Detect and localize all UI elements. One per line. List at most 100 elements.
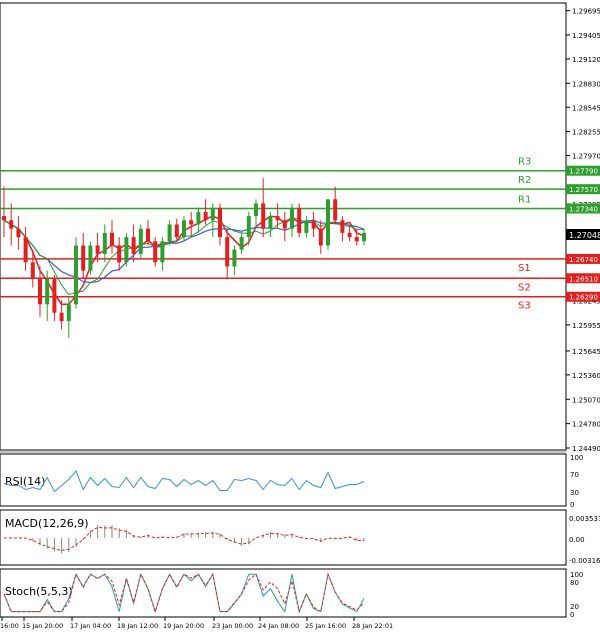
time-tick-label: 23 Jan 00:00 [212,622,253,630]
rsi-tick-100: 100 [570,454,583,462]
candle-body [74,245,78,305]
candle-body [318,228,323,246]
candle-body [81,245,86,271]
candle-body [102,232,107,254]
candle-body [88,245,93,271]
time-tick-label: 15 Jan 20:00 [22,622,63,630]
candle-body [45,279,50,305]
candle-body [59,312,64,322]
candle-body [362,232,366,242]
stoch-tick-80: 80 [570,579,579,587]
rsi-tick-30: 30 [570,489,579,497]
candle-body [218,207,222,238]
candle-body [340,220,345,233]
candle-body [138,228,143,254]
price-tick-label: 1.24780 [572,421,600,429]
candle-body [268,216,273,229]
price-tick-label: 1.25955 [572,322,600,330]
rsi-tick-0: 0 [570,501,574,509]
level-price-r3: 1.27790 [569,168,598,176]
candle-body [225,237,230,267]
candle-body [95,245,100,254]
level-price-r2: 1.27570 [569,186,598,194]
candle-body [196,211,201,225]
time-axis: 16:00 15 Jan 20:00 17 Jan 04:00 18 Jan 12:0… [0,617,393,630]
price-tick-label: 1.27970 [572,153,600,161]
candle-body [290,207,294,229]
candle-body [110,232,114,246]
current-price-label: 1.27048 [569,231,600,240]
level-name-r3: R3 [518,157,531,168]
macd-tick-top: 0.003537 [569,515,600,523]
time-tick-label: 19 Jan 20:00 [163,622,204,630]
price-tick-label: 1.29695 [572,8,600,16]
time-tick-label: 16:00 [0,622,19,630]
level-name-s1: S1 [518,263,531,274]
price-tick-label: 1.25070 [572,396,600,404]
candle-body [311,220,316,229]
stoch-tick-100: 100 [570,571,583,579]
candle-body [23,237,28,263]
candle-body [38,279,42,305]
candle-body [333,199,338,221]
current-price-marker: 1.27048 [566,229,600,240]
candle-body [30,262,35,280]
candle-body [2,216,6,221]
candle-body [146,228,150,242]
level-name-r2: R2 [518,175,531,186]
level-price-s1: 1.26740 [569,256,598,264]
price-tick-label: 1.29120 [572,56,600,64]
rsi-tick-70: 70 [570,471,579,479]
candle-body [282,220,287,229]
candle-body [182,220,186,238]
level-price-s3: 1.26290 [569,294,598,302]
candle-body [9,220,14,229]
candle-body [297,207,302,233]
candle-body [304,220,309,233]
time-tick-label: 17 Jan 04:00 [70,622,111,630]
price-tick-label: 1.24490 [572,445,600,453]
candle-body [66,304,71,322]
price-tick-label: 1.28830 [572,80,600,88]
candle-body [246,216,251,238]
price-tick-label: 1.28545 [572,104,600,112]
candle-body [354,237,359,242]
candle-body [239,237,244,250]
price-tick-label: 1.25645 [572,348,600,356]
candle-body [261,203,266,229]
macd-label: MACD(12,26,9) [5,517,89,530]
candle-body [117,245,122,263]
time-tick-label: 25 Jan 16:00 [305,622,346,630]
stoch-tick-0: 0 [570,611,574,619]
price-tick-label: 1.28255 [572,129,600,137]
candle-body [160,241,165,263]
level-name-r1: R1 [518,195,531,206]
candle-body [131,237,136,254]
rsi-label: RSI(14) [5,475,45,488]
level-price-s2: 1.26510 [569,275,598,283]
candle-body [210,207,215,221]
trading-chart[interactable]: 1.29695 1.29405 1.29120 1.28830 1.28545 1.282… [0,0,600,634]
macd-tick-bottom: -0.003165 [569,557,600,565]
candle-body [16,228,21,238]
candle-body [203,211,208,221]
stoch-label: Stoch(5,5,3) [5,585,73,598]
price-tick-label: 1.25360 [572,372,600,380]
candle-body [189,220,194,225]
stoch-tick-20: 20 [570,603,579,611]
candle-body [153,241,158,263]
candle-body [347,232,352,238]
candle-body [52,279,57,313]
candle-body [254,203,258,217]
macd-tick-zero: 0.00 [569,536,585,544]
candle-body [167,224,172,242]
time-tick-label: 28 Jan 22:01 [352,622,393,630]
rsi-panel[interactable] [0,453,567,507]
candle-body [124,237,129,263]
candle-body [174,224,179,238]
time-tick-label: 18 Jan 12:00 [117,622,158,630]
level-price-r1: 1.27340 [569,206,598,214]
price-tick-label: 1.29405 [572,32,600,40]
level-name-s2: S2 [518,282,531,293]
candle-body [232,249,237,267]
